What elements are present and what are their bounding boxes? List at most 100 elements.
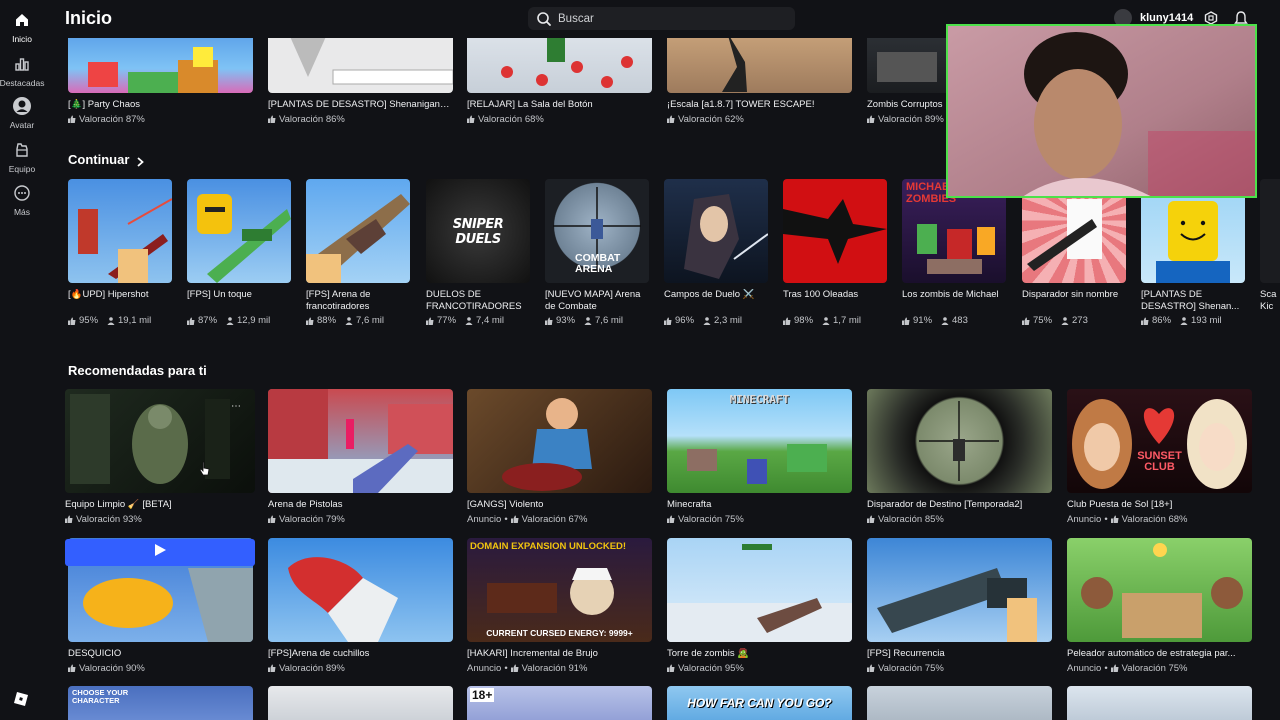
game-thumbnail[interactable] [467,38,652,93]
game-stats: 93% 7,6 mil [545,315,649,326]
game-card[interactable]: MINECRAFT Minecrafta Valoración 75% [667,389,852,525]
game-thumbnail[interactable] [268,686,453,720]
game-title: Los zombis de Michael [902,289,999,300]
game-card[interactable]: SNIPER DUELS DUELOS DE FRANCOTIRADORES 7… [426,179,530,326]
game-thumbnail[interactable] [1067,686,1252,720]
game-thumbnail[interactable] [1067,538,1252,642]
thumbnail-logo-text: 18+ [470,688,495,702]
game-card[interactable]: [RELAJAR] La Sala del Botón Valoración 6… [467,38,652,125]
sidebar-item-destacadas[interactable]: Destacadas [0,54,44,88]
sidebar-item-equipo[interactable]: Equipo [0,140,44,174]
section-continuar[interactable]: Continuar [68,152,145,167]
thumbs-up-icon [783,317,791,325]
search-box[interactable] [528,7,795,30]
game-card[interactable]: COMBAT ARENA [NUEVO MAPA] Arena de Comba… [545,179,649,326]
game-card[interactable]: CHOOSE YOUR CHARACTER [68,686,253,720]
game-rating: Valoración 68% [467,114,652,125]
game-thumbnail[interactable] [783,179,887,283]
play-button[interactable] [65,539,255,566]
game-thumbnail[interactable] [867,389,1052,493]
sidebar-item-inicio[interactable]: Inicio [0,10,44,44]
game-thumbnail[interactable] [1260,179,1280,283]
more-options-icon[interactable]: ⋯ [231,401,241,412]
game-thumbnail[interactable] [268,38,453,93]
people-icon [107,316,115,325]
search-input[interactable] [558,12,778,25]
app-window: Inicio Destacadas Avatar Equipo Más Inic… [0,0,1280,720]
people-icon [584,316,592,325]
game-thumbnail[interactable] [667,38,852,93]
rating-text: Valoración 68% [1121,513,1188,525]
game-thumbnail[interactable] [867,538,1052,642]
game-card[interactable]: Torre de zombis 🧟 Valoración 95% [667,538,852,674]
game-thumbnail[interactable] [467,389,652,493]
game-card[interactable]: [GANGS] Violento Anuncio • Valoración 67… [467,389,652,525]
game-card[interactable]: Arena de Pistolas Valoración 79% [268,389,453,525]
game-thumbnail[interactable] [306,179,410,283]
game-card[interactable]: ¡Escala [a1.8.7] TOWER ESCAPE! Valoració… [667,38,852,125]
game-card[interactable]: SUNSET CLUB Club Puesta de Sol [18+] Anu… [1067,389,1252,525]
game-title: [PLANTAS DE DESASTRO] Shenanigans ... [268,99,453,110]
game-thumbnail[interactable]: ⋯ [65,389,255,493]
robux-icon[interactable] [1204,11,1218,25]
game-thumbnail[interactable] [867,686,1052,720]
game-card[interactable] [1067,686,1252,720]
game-card[interactable]: Disparador de Destino [Temporada2] Valor… [867,389,1052,525]
game-card[interactable]: ⋯ Equipo Limpio 🧹 [BETA] Valoración 93% [65,389,255,525]
chevron-right-icon[interactable] [136,155,145,167]
thumbs-up-icon [268,115,276,123]
game-thumbnail[interactable] [68,179,172,283]
game-card[interactable]: [FPS] Recurrencia Valoración 75% [867,538,1052,674]
game-thumbnail[interactable]: 18+ [467,686,652,720]
game-thumbnail[interactable]: MINECRAFT [667,389,852,493]
rating-text: 77% [437,315,457,326]
game-thumbnail[interactable]: HOW FAR CAN YOU GO? [667,686,852,720]
section-title-text[interactable]: Continuar [68,152,129,167]
people-icon [822,316,830,325]
username[interactable]: kluny1414 [1140,12,1193,24]
game-thumbnail[interactable]: DOMAIN EXPANSION UNLOCKED! CURRENT CURSE… [467,538,652,642]
game-card[interactable]: Campos de Duelo ⚔️ 96% 2,3 mil [664,179,768,326]
game-card[interactable]: DOMAIN EXPANSION UNLOCKED! CURRENT CURSE… [467,538,652,674]
game-card[interactable]: [PLANTAS DE DESASTRO] Shenan... 86% 193 … [1141,179,1245,326]
game-card[interactable]: Tras 100 Oleadas 98% 1,7 mil [783,179,887,326]
game-title: Equipo Limpio 🧹 [BETA] [65,499,172,510]
game-thumbnail[interactable] [187,179,291,283]
game-thumbnail[interactable]: CHOOSE YOUR CHARACTER [68,686,253,720]
game-card[interactable]: [🔥UPD] Hipershot 95% 19,1 mil [68,179,172,326]
game-card[interactable] [867,686,1052,720]
sidebar-item-mas[interactable]: Más [0,183,44,217]
sidebar-item-avatar[interactable]: Avatar [0,96,44,130]
game-title: DESQUICIO [68,648,122,659]
game-card[interactable]: [PLANTAS DE DESASTRO] Shenanigans ... Va… [268,38,453,125]
game-card[interactable]: [🎄] Party Chaos Valoración 87% [68,38,253,125]
roblox-logo-icon[interactable] [14,692,28,706]
game-card[interactable]: Sca Kic [1260,179,1280,312]
rating-text: Valoración 95% [678,662,744,674]
game-thumbnail[interactable] [268,538,453,642]
game-rating: Valoración 79% [268,514,453,525]
game-card[interactable]: [FPS]Arena de cuchillos Valoración 89% [268,538,453,674]
game-card[interactable]: [FPS] Un toque 87% 12,9 mil [187,179,291,326]
game-card[interactable] [268,686,453,720]
game-title: Campos de Duelo ⚔️ [664,289,755,300]
game-card[interactable]: [FPS] Arena de francotiradores 88% 7,6 m… [306,179,410,326]
game-thumbnail[interactable]: SUNSET CLUB [1067,389,1252,493]
game-thumbnail[interactable] [68,38,253,93]
thumbs-up-icon [902,317,910,325]
game-thumbnail[interactable]: SNIPER DUELS [426,179,530,283]
game-thumbnail[interactable]: COMBAT ARENA [545,179,649,283]
rating-text: 93% [556,315,576,326]
thumbnail-logo-text: SUNSET CLUB [1137,450,1182,473]
game-thumbnail[interactable] [667,538,852,642]
game-card[interactable]: Disparador sin nombre 75% 273 [1022,179,1126,326]
game-card[interactable]: MICHAEL ZOMBIES Los zombis de Michael 91… [902,179,1006,326]
game-rating: Valoración 87% [68,114,253,125]
rating-text: Valoración 67% [521,513,588,525]
thumbs-up-icon [667,664,675,672]
game-card[interactable]: Peleador automático de estrategia par...… [1067,538,1252,674]
game-card[interactable]: HOW FAR CAN YOU GO? [667,686,852,720]
game-thumbnail[interactable] [268,389,453,493]
game-thumbnail[interactable] [664,179,768,283]
game-card[interactable]: 18+ [467,686,652,720]
